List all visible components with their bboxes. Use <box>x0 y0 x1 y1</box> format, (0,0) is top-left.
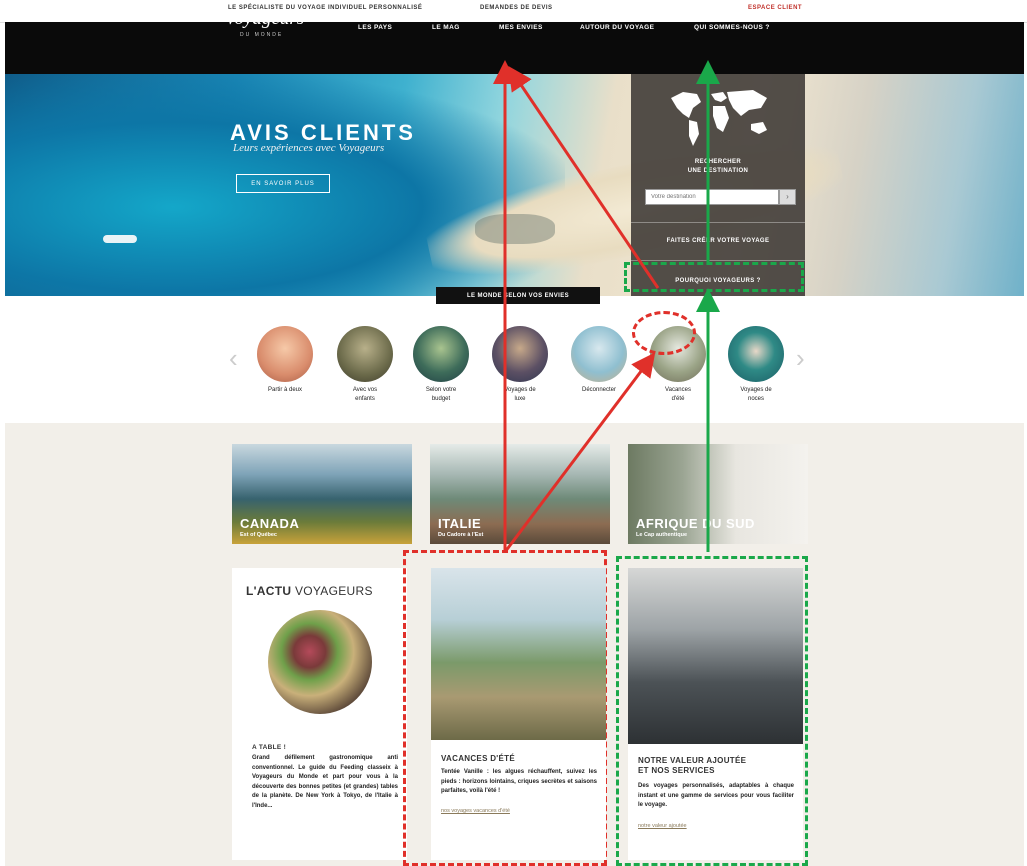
category-image-family[interactable] <box>337 326 393 382</box>
create-trip-link[interactable]: FAITES CRÉER VOTRE VOYAGE <box>631 238 805 244</box>
summer-image <box>431 568 606 740</box>
destination-card-canada[interactable]: CANADA Est of Québec <box>232 444 412 544</box>
nav-item-autour-du-voyage[interactable]: AUTOUR DU VOYAGE <box>580 24 654 31</box>
hero-plane-shadow <box>475 214 555 244</box>
news-card: L'ACTU VOYAGEURS A TABLE ! Grand défilem… <box>232 568 407 860</box>
category-label[interactable]: Déconnecter <box>564 386 634 395</box>
quote-request-link[interactable]: DEMANDES DE DEVIS <box>480 5 553 11</box>
hero-banner <box>5 74 1024 296</box>
world-map-icon <box>671 90 767 146</box>
destination-name: ITALIE <box>438 516 482 531</box>
hero-more-button[interactable]: EN SAVOIR PLUS <box>236 174 330 193</box>
value-title-line2: ET NOS SERVICES <box>638 766 715 775</box>
annotation-box-green-nav <box>624 262 804 292</box>
value-title-line1: NOTRE VALEUR AJOUTÉE <box>638 756 747 765</box>
category-image-honeymoon[interactable] <box>728 326 784 382</box>
destination-subtitle: Du Cadore à l'Est <box>438 532 484 538</box>
news-text: Grand défilement gastronomique anti conv… <box>252 755 398 809</box>
destination-search-input[interactable] <box>645 189 779 205</box>
panel-divider <box>631 260 805 261</box>
destination-card-afrique-du-sud[interactable]: AFRIQUE DU SUD Le Cap authentique <box>628 444 808 544</box>
category-label[interactable]: Partir à deux <box>250 386 320 395</box>
destination-name: CANADA <box>240 516 300 531</box>
destination-subtitle: Le Cap authentique <box>636 532 688 538</box>
destination-name: AFRIQUE DU SUD <box>636 516 755 531</box>
nav-item-le-mag[interactable]: LE MAG <box>432 24 460 31</box>
summer-link[interactable]: nos voyages vacances d'été <box>441 808 510 814</box>
annotation-circle-red <box>632 311 696 355</box>
summer-text: Tentée Vanille : les algues réchauffent,… <box>441 769 597 794</box>
category-label[interactable]: Avec vos enfants <box>330 386 400 404</box>
hero-subtitle: Leurs expériences avec Voyageurs <box>233 142 385 154</box>
destination-subtitle: Est of Québec <box>240 532 277 538</box>
news-title: L'ACTU VOYAGEURS <box>246 584 373 598</box>
client-area-link[interactable]: ESPACE CLIENT <box>748 5 802 11</box>
chevron-right-icon[interactable]: › <box>796 343 805 374</box>
panel-divider <box>631 222 805 223</box>
logo-subtitle: DU MONDE <box>240 32 284 38</box>
search-label-line1: RECHERCHER <box>694 159 742 165</box>
food-image <box>268 610 372 714</box>
nav-item-les-pays[interactable]: LES PAYS <box>358 24 392 31</box>
category-label[interactable]: Voyages de luxe <box>485 386 555 404</box>
nav-item-mes-envies[interactable]: MES ENVIES <box>499 24 543 31</box>
category-label[interactable]: Vacances d'été <box>643 386 713 404</box>
categories-title: LE MONDE SELON VOS ENVIES <box>436 287 600 304</box>
utility-bar <box>0 0 1027 23</box>
category-label[interactable]: Selon votre budget <box>406 386 476 404</box>
nav-item-qui-sommes-nous[interactable]: QUI SOMMES-NOUS ? <box>694 24 770 31</box>
value-card[interactable]: NOTRE VALEUR AJOUTÉE ET NOS SERVICES Des… <box>628 568 803 860</box>
summer-title: VACANCES D'ÉTÉ <box>441 754 515 763</box>
boat-image <box>103 235 137 243</box>
summer-card[interactable]: VACANCES D'ÉTÉ Tentée Vanille : les algu… <box>431 568 606 860</box>
search-icon[interactable]: › <box>779 189 796 205</box>
chevron-left-icon[interactable]: ‹ <box>229 343 238 374</box>
destination-card-italie[interactable]: ITALIE Du Cadore à l'Est <box>430 444 610 544</box>
value-text: Des voyages personnalisés, adaptables à … <box>638 783 794 808</box>
news-heading: A TABLE ! <box>252 744 287 751</box>
category-label[interactable]: Voyages de noces <box>721 386 791 404</box>
category-image-luxury[interactable] <box>492 326 548 382</box>
logo[interactable]: Voyageurs <box>225 8 304 30</box>
search-label-line2: UNE DESTINATION <box>687 168 749 174</box>
value-link[interactable]: notre valeur ajoutée <box>638 823 687 829</box>
category-image-couple[interactable] <box>257 326 313 382</box>
value-image <box>628 568 803 744</box>
category-image-disconnect[interactable] <box>571 326 627 382</box>
category-image-budget[interactable] <box>413 326 469 382</box>
